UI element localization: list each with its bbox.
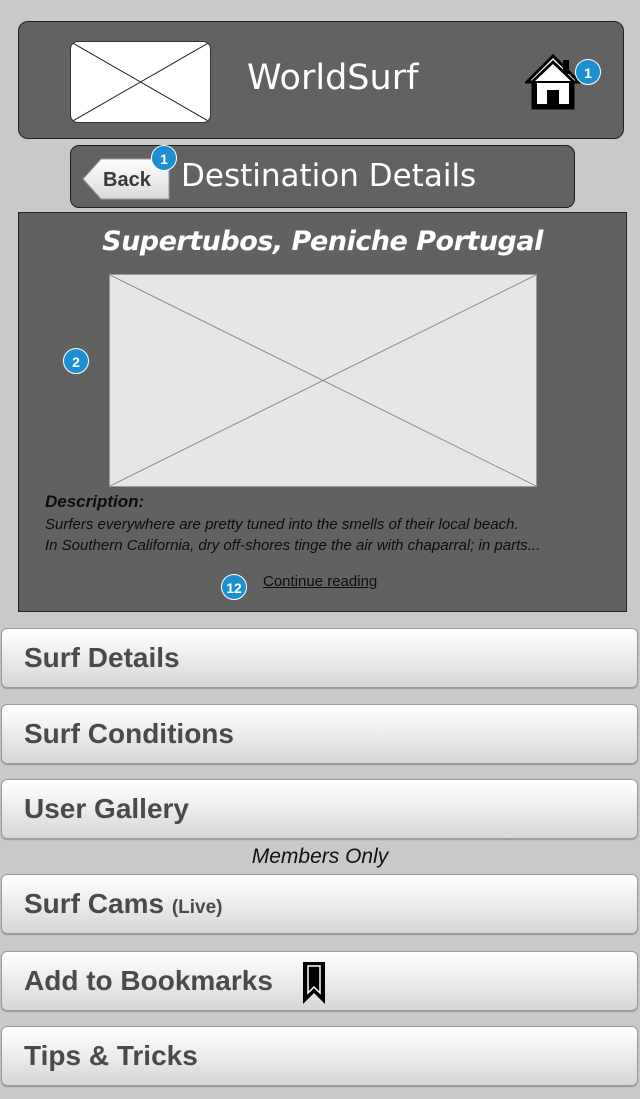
destination-name: Supertubos, Peniche Portugal	[102, 226, 543, 257]
annotation-badge-continue: 12	[221, 574, 247, 600]
surf-conditions-label: Surf Conditions	[24, 718, 234, 749]
destination-subheader: Back 1 Destination Details	[70, 145, 575, 208]
annotation-badge-back: 1	[151, 145, 177, 171]
app-header: WorldSurf 1	[18, 21, 624, 139]
description-label: Description:	[45, 492, 145, 511]
logo-image-placeholder	[70, 41, 211, 123]
destination-image-placeholder[interactable]	[109, 274, 537, 487]
surf-details-button[interactable]: Surf Details	[1, 628, 638, 688]
destination-panel: Supertubos, Peniche Portugal 2 Descripti…	[18, 212, 627, 612]
back-button-label: Back	[103, 169, 151, 191]
user-gallery-button[interactable]: User Gallery	[1, 779, 638, 839]
tips-and-tricks-label: Tips & Tricks	[24, 1040, 198, 1071]
annotation-badge-home: 1	[575, 59, 601, 85]
members-only-note: Members Only	[251, 845, 389, 868]
image-placeholder-icon	[71, 42, 210, 122]
description-line: In Southern California, dry off-shores t…	[45, 537, 541, 554]
add-to-bookmarks-label: Add to Bookmarks	[24, 965, 273, 996]
add-to-bookmarks-button[interactable]: Add to Bookmarks	[1, 951, 638, 1011]
image-placeholder-icon	[110, 275, 536, 486]
page-title: Destination Details	[181, 158, 477, 194]
surf-details-label: Surf Details	[24, 642, 180, 673]
tips-and-tricks-button[interactable]: Tips & Tricks	[1, 1026, 638, 1086]
description-text: Surfers everywhere are pretty tuned into…	[45, 514, 615, 556]
user-gallery-label: User Gallery	[24, 793, 189, 824]
annotation-badge-image: 2	[63, 348, 89, 374]
app-title: WorldSurf	[247, 58, 419, 98]
continue-reading-link[interactable]: Continue reading	[263, 573, 377, 591]
description-line: Surfers everywhere are pretty tuned into…	[45, 516, 519, 533]
surf-cams-live-tag: (Live)	[171, 897, 223, 918]
surf-cams-title: Surf Cams	[24, 888, 165, 919]
surf-cams-label: Surf Cams (Live)	[24, 887, 223, 925]
home-icon[interactable]	[525, 52, 581, 110]
surf-cams-button[interactable]: Surf Cams (Live)	[1, 874, 638, 934]
bookmark-icon	[303, 962, 325, 1004]
surf-conditions-button[interactable]: Surf Conditions	[1, 704, 638, 764]
